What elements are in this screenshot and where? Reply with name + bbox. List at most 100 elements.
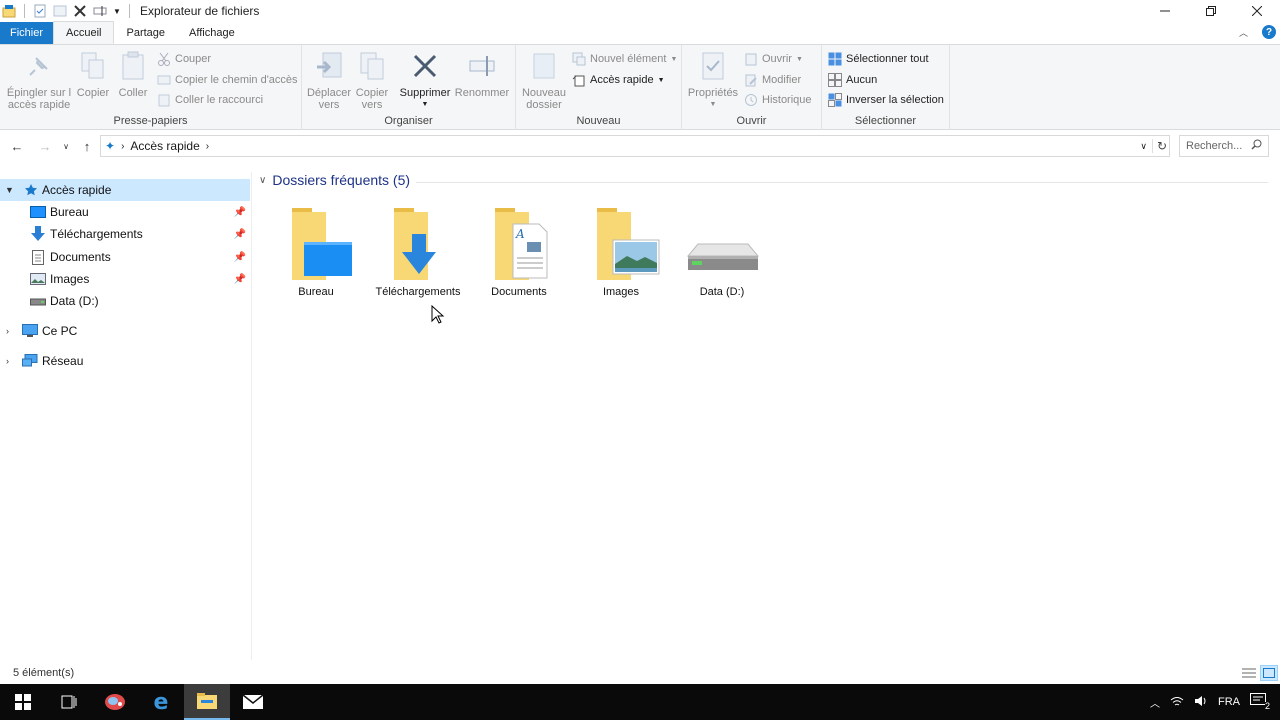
volume-icon[interactable] [1194,695,1208,710]
cut-button[interactable]: Couper [157,50,211,68]
qat-divider [129,4,130,18]
action-center-icon[interactable]: 2 [1250,693,1270,711]
invert-selection-button[interactable]: Inverser la sélection [828,91,944,109]
taskbar-app-mail[interactable] [230,684,276,720]
open-button[interactable]: Ouvrir ▼ [744,50,803,68]
taskbar-app-file-explorer[interactable] [184,684,230,720]
content-pane: ∨ Dossiers fréquents (5) Bureau Téléchar… [253,162,1280,660]
expand-chevron-icon[interactable]: ▼ [5,185,14,195]
invert-selection-icon [828,93,842,107]
rename-label: Renommer [454,87,510,99]
pin-icon[interactable]: 📌 [234,207,246,218]
breadcrumb-chevron-icon[interactable]: › [206,141,209,152]
help-icon[interactable]: ? [1262,25,1276,39]
delete-icon[interactable] [73,4,87,18]
nav-item-label: Images [50,272,90,286]
collapse-ribbon-icon[interactable]: ︿ [1239,26,1248,39]
properties-button[interactable]: Propriétés ▼ [686,49,740,111]
close-button[interactable] [1234,0,1280,22]
history-button[interactable]: Historique [744,91,812,109]
large-icons-view-icon[interactable] [1260,665,1278,681]
pin-icon[interactable]: 📌 [234,252,246,263]
nav-item-telechargements[interactable]: Téléchargements 📌 [0,223,250,245]
task-view-button[interactable] [46,684,92,720]
desktop-folder-icon [292,208,352,280]
rename-icon[interactable] [93,4,107,18]
expand-chevron-icon[interactable]: › [6,356,9,366]
up-button[interactable]: ↑ [76,135,98,157]
move-to-button[interactable]: Déplacer vers [306,49,352,111]
select-none-button[interactable]: Aucun [828,71,877,89]
input-language[interactable]: FRA [1218,696,1240,708]
group-ouvrir: Propriétés ▼ Ouvrir ▼ Modifier Historiqu… [682,45,822,130]
tab-fichier[interactable]: Fichier [0,22,54,44]
restore-button[interactable] [1188,0,1234,22]
nav-network[interactable]: › Réseau [0,350,250,372]
refresh-icon[interactable]: ↻ [1151,139,1167,153]
new-item-button[interactable]: Nouvel élément ▼ [572,50,677,68]
group-presse-papiers: Épingler sur l accès rapide Copier Colle… [0,45,302,130]
pin-quick-access-button[interactable]: Épingler sur l accès rapide [4,49,74,111]
wifi-icon[interactable] [1170,695,1184,710]
paste-shortcut-button[interactable]: Coller le raccourci [157,91,263,109]
search-box[interactable]: Recherch... [1179,135,1269,157]
tab-accueil[interactable]: Accueil [53,21,115,44]
rename-button[interactable]: Renommer [454,49,510,99]
new-folder-button[interactable]: Nouveau dossier [520,49,568,111]
explorer-app-icon[interactable] [2,4,16,18]
properties-icon[interactable] [33,4,47,18]
collapse-chevron-icon[interactable]: ∨ [259,175,266,186]
tab-partage[interactable]: Partage [114,22,177,44]
frequent-folders-header[interactable]: ∨ Dossiers fréquents (5) [259,172,410,188]
details-view-icon[interactable] [1240,665,1258,681]
group-organiser: Déplacer vers Copier vers Supprimer ▼ Re… [302,45,516,130]
edit-button[interactable]: Modifier [744,71,801,89]
quick-access-toolbar: ▼ [0,0,132,22]
tab-affichage[interactable]: Affichage [177,22,247,44]
tile-bureau[interactable]: Bureau [271,204,361,298]
address-dropdown-icon[interactable]: ∨ [1140,141,1147,152]
search-input[interactable]: Recherch... [1186,140,1242,152]
show-hidden-icons-chevron-icon[interactable]: ︿ [1150,695,1160,710]
taskbar-app-paint[interactable] [92,684,138,720]
expand-chevron-icon[interactable]: › [6,326,9,336]
address-bar[interactable]: ✦ › Accès rapide › ∨ ↻ [100,135,1170,157]
system-tray: ︿ FRA 2 [1150,684,1280,720]
minimize-button[interactable] [1142,0,1188,22]
paste-button[interactable]: Coller [116,49,150,99]
customize-qat-chevron-icon[interactable]: ▼ [113,4,121,18]
quick-access-button[interactable]: Accès rapide ▼ [572,71,665,89]
new-folder-icon[interactable] [53,4,67,18]
pin-icon[interactable]: 📌 [234,274,246,285]
nav-item-data-d[interactable]: Data (D:) [0,290,250,312]
forward-button[interactable]: → [34,135,56,157]
copy-to-label-line2: vers [361,99,383,111]
breadcrumb-quick-access[interactable]: Accès rapide [130,139,199,153]
select-all-button[interactable]: Sélectionner tout [828,50,929,68]
nav-item-bureau[interactable]: Bureau 📌 [0,201,250,223]
nav-item-images[interactable]: Images 📌 [0,268,250,290]
tile-label: Bureau [298,286,334,298]
recent-locations-button[interactable]: ∨ [58,135,74,157]
tile-data-d[interactable]: Data (D:) [677,204,767,298]
window-title: Explorateur de fichiers [140,4,260,18]
nav-quick-access[interactable]: ▼ Accès rapide [0,179,250,201]
tile-telechargements[interactable]: Téléchargements [373,204,463,298]
copy-to-button[interactable]: Copier vers [352,49,392,111]
delete-dropdown-icon[interactable]: ▼ [422,99,429,111]
copy-path-button[interactable]: Copier le chemin d'accès [157,71,298,89]
nav-item-documents[interactable]: Documents 📌 [0,246,250,268]
back-button[interactable]: ← [6,135,28,157]
copy-to-icon [356,49,388,83]
nav-this-pc[interactable]: › Ce PC [0,320,250,342]
desktop-icon [30,205,46,219]
tile-documents[interactable]: A Documents [474,204,564,298]
copy-button[interactable]: Copier [76,49,110,99]
start-button[interactable] [0,684,46,720]
tile-images[interactable]: Images [576,204,666,298]
new-folder-big-icon [528,49,560,83]
cut-label: Couper [175,53,212,65]
delete-button[interactable]: Supprimer ▼ [398,49,452,111]
taskbar-app-edge[interactable]: e [138,684,184,720]
pin-icon[interactable]: 📌 [234,229,246,240]
